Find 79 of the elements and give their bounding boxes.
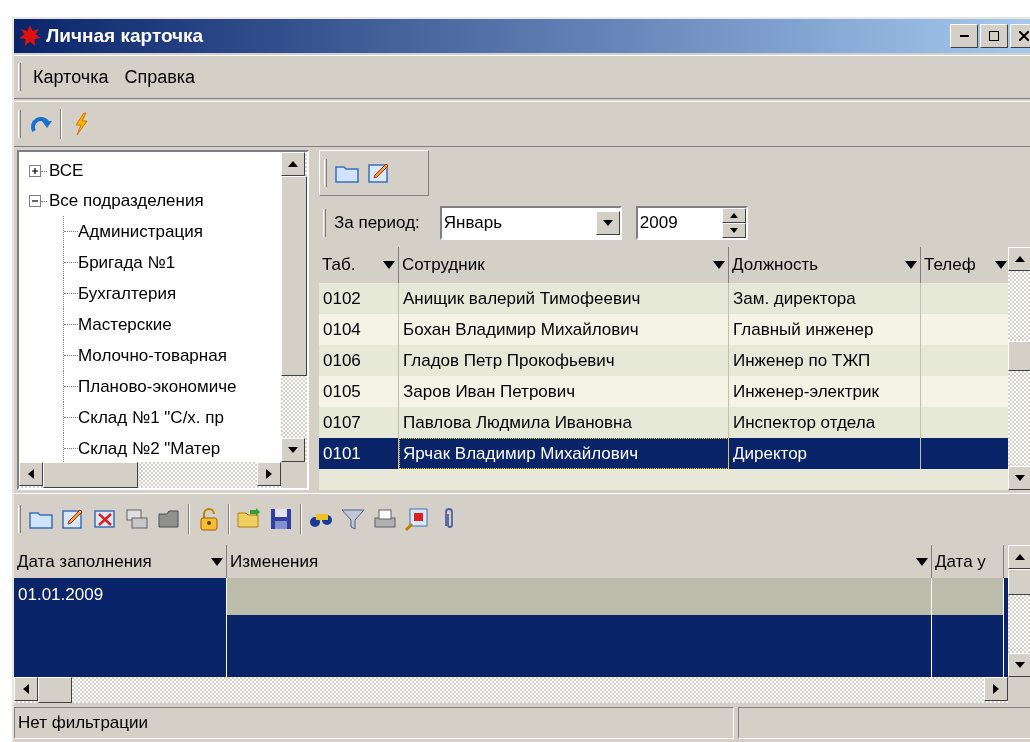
menu-item[interactable]: Карточка [25,63,117,91]
table-cell: 0101 [319,438,399,469]
spin-down-button[interactable] [721,223,746,238]
minimize-icon [959,35,969,37]
scroll-right-button[interactable] [257,462,281,486]
table-row[interactable]: 0104 Бохан Владимир Михайлович Главный инженер [319,314,1008,345]
tree-item[interactable]: Склад №2 "Матер [78,435,221,462]
close-button[interactable] [1010,24,1030,48]
triangle-icon [288,447,298,453]
triangle-icon [1015,662,1025,668]
dropdown-button[interactable] [595,211,620,235]
maximize-icon [989,31,999,41]
table-row[interactable]: 0101 Ярчак Владимир Михайлович Директор [319,438,1008,469]
sort-arrow-icon [712,260,726,270]
spin-up-button[interactable] [721,208,746,223]
tree-item[interactable]: Молочно-товарная [78,342,227,369]
minus-icon [31,197,39,205]
scroll-down-button[interactable] [281,438,305,462]
sort-arrow-icon [210,556,224,567]
table-cell-text: 01.01.2009 [17,584,105,606]
tree-item[interactable]: Склад №1 "С/х. пр [78,404,224,431]
month-dropdown[interactable]: Январь [439,206,622,240]
sort-arrow-icon [904,260,918,270]
horizontal-scrollbar[interactable] [14,677,1030,703]
year-spinner[interactable]: 2009 [635,206,748,240]
close-icon [1019,31,1029,41]
status-text: Нет фильтрации [18,712,149,735]
tree-item[interactable]: ВСЕ [47,158,84,184]
scrollbar-thumb[interactable] [1008,341,1030,371]
scroll-left-button[interactable] [19,462,43,486]
triangle-icon [602,220,613,226]
scroll-up-button[interactable] [1008,545,1030,569]
scrollbar-thumb[interactable] [281,176,307,376]
scrollbar-thumb[interactable] [1008,569,1030,595]
tree-item[interactable]: Бухгалтерия [78,280,177,307]
star-icon [18,24,42,48]
triangle-icon [729,228,738,233]
triangle-icon [266,469,272,479]
triangle-icon [1015,256,1025,262]
table-cell: Директор [729,438,921,469]
scroll-left-button[interactable] [14,677,38,701]
sort-arrow-icon [915,556,929,567]
scrollbar-thumb[interactable] [43,462,138,488]
vertical-scrollbar[interactable] [1008,545,1030,677]
vertical-scrollbar[interactable] [1008,247,1030,490]
sort-arrow-icon [382,260,396,270]
plus-icon [31,167,39,175]
collapse-toggle[interactable] [29,195,41,207]
triangle-icon [23,684,29,694]
vertical-scrollbar[interactable] [281,152,307,462]
triangle-icon [1015,475,1025,481]
scroll-right-button[interactable] [984,677,1008,701]
tree-item[interactable]: Планово-экономиче [78,373,237,400]
scroll-down-button[interactable] [1008,466,1030,490]
triangle-icon [28,469,34,479]
maximize-button[interactable] [980,24,1008,48]
triangle-icon [993,684,999,694]
tree-item[interactable]: Администрация [78,218,203,245]
minimize-button[interactable] [950,24,978,48]
horizontal-scrollbar[interactable] [19,462,307,488]
tree-item[interactable]: Мастерские [78,311,172,338]
scroll-up-button[interactable] [281,152,305,176]
tree-item[interactable]: Все подразделения [47,188,204,214]
scroll-up-button[interactable] [1008,247,1030,271]
triangle-icon [729,213,738,218]
scrollbar-thumb[interactable] [38,677,72,703]
tree-item[interactable]: Бригада №1 [78,249,176,276]
scrollbar-corner [281,462,307,488]
window-title: Личная карточка [46,23,204,48]
table-row[interactable]: 0105 Заров Иван Петрович Инженер-электрик [319,376,1008,407]
period-label: За период: [334,212,420,235]
triangle-icon [1015,554,1025,560]
menu-item[interactable]: Справка [116,63,204,91]
sort-arrow-icon [994,260,1008,270]
triangle-icon [288,161,298,167]
expand-toggle[interactable] [29,165,41,177]
scroll-down-button[interactable] [1008,653,1030,677]
table-cell: Ярчак Владимир Михайлович [399,438,729,469]
table-row[interactable]: 01.01.2009 [14,578,1008,677]
